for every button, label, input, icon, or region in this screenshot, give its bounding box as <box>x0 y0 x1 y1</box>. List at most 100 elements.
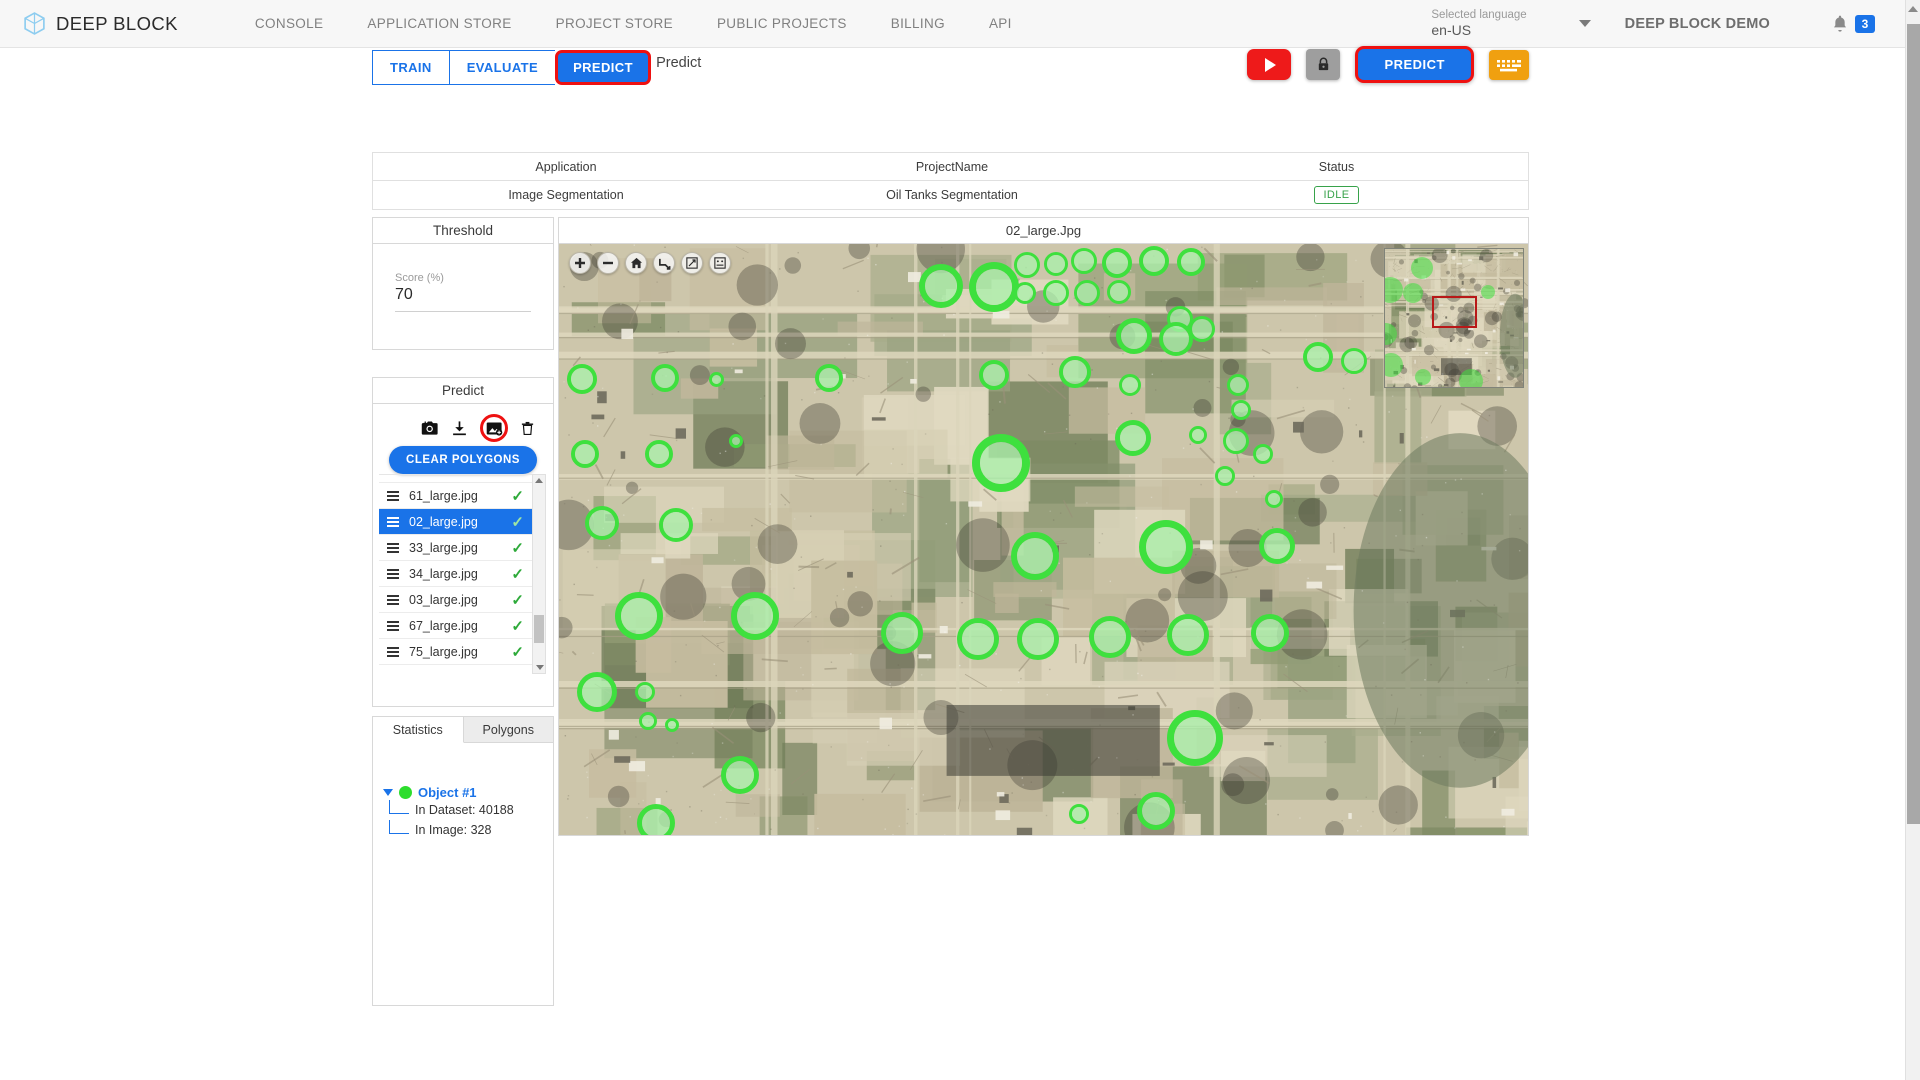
brand[interactable]: DEEP BLOCK <box>22 11 178 36</box>
tank-detection-mask[interactable] <box>1102 248 1132 278</box>
nav-link-billing[interactable]: BILLING <box>869 16 967 31</box>
chevron-down-icon[interactable] <box>1578 20 1591 27</box>
nav-link-api[interactable]: API <box>967 16 1034 31</box>
tank-detection-mask[interactable] <box>1119 374 1141 396</box>
minimap-navigator[interactable] <box>1384 248 1524 388</box>
capture-snapshot-icon[interactable] <box>420 420 439 437</box>
tab-train[interactable]: TRAIN <box>372 50 449 85</box>
bell-icon[interactable] <box>1830 13 1850 35</box>
tank-detection-mask[interactable] <box>1011 532 1059 580</box>
tank-detection-mask[interactable] <box>1074 280 1100 306</box>
download-icon[interactable] <box>451 420 468 437</box>
list-item[interactable]: 33_large.jpg ✓ <box>379 535 532 561</box>
tank-detection-mask[interactable] <box>1251 614 1289 652</box>
page-scrollbar[interactable] <box>1905 0 1920 1080</box>
tank-detection-mask[interactable] <box>1071 248 1097 274</box>
file-list-scrollbar[interactable] <box>532 474 546 674</box>
tank-detection-mask[interactable] <box>815 364 843 392</box>
expand-triangle-icon[interactable] <box>383 789 393 796</box>
tank-detection-mask[interactable] <box>1089 616 1131 658</box>
tank-detection-mask[interactable] <box>919 264 963 308</box>
list-item[interactable]: 03_large.jpg ✓ <box>379 587 532 613</box>
list-item[interactable] <box>379 475 532 483</box>
tank-detection-mask[interactable] <box>731 592 779 640</box>
tank-detection-mask[interactable] <box>1059 356 1091 388</box>
list-item[interactable]: 75_large.jpg ✓ <box>379 639 532 665</box>
minimap-viewport-rect[interactable] <box>1432 296 1477 328</box>
tank-detection-mask[interactable] <box>665 718 679 732</box>
tab-evaluate[interactable]: EVALUATE <box>448 50 556 85</box>
trash-icon[interactable] <box>520 420 535 437</box>
tank-detection-mask[interactable] <box>1044 252 1068 276</box>
tank-detection-mask[interactable] <box>1167 710 1223 766</box>
zoom-out-icon[interactable] <box>597 252 619 274</box>
tank-detection-mask[interactable] <box>1231 400 1251 420</box>
scroll-up-arrow-icon[interactable] <box>1908 6 1918 12</box>
notification-badge[interactable]: 3 <box>1855 14 1875 33</box>
tank-detection-mask[interactable] <box>1116 318 1152 354</box>
youtube-play-icon[interactable] <box>1247 49 1292 80</box>
tank-detection-mask[interactable] <box>1014 282 1036 304</box>
scroll-up-arrow-icon[interactable] <box>535 478 543 483</box>
scroll-down-arrow-icon[interactable] <box>536 665 544 670</box>
nav-link-project-store[interactable]: PROJECT STORE <box>534 16 695 31</box>
tank-detection-mask[interactable] <box>659 508 693 542</box>
tank-detection-mask[interactable] <box>972 434 1030 492</box>
tank-detection-mask[interactable] <box>1017 618 1059 660</box>
tank-detection-mask[interactable] <box>567 364 597 394</box>
add-image-icon[interactable] <box>480 414 508 442</box>
rotate-icon[interactable] <box>653 252 675 274</box>
tank-detection-mask[interactable] <box>709 372 724 387</box>
lock-icon[interactable] <box>1306 49 1341 80</box>
tank-detection-mask[interactable] <box>1265 490 1283 508</box>
image-canvas[interactable] <box>559 244 1528 835</box>
list-item[interactable]: 61_large.jpg ✓ <box>379 483 532 509</box>
tank-detection-mask[interactable] <box>645 440 673 468</box>
scrollbar-thumb[interactable] <box>1907 24 1920 824</box>
tank-detection-mask[interactable] <box>571 440 599 468</box>
score-input[interactable]: 70 <box>395 286 531 304</box>
tab-polygons[interactable]: Polygons <box>463 717 553 743</box>
tank-detection-mask[interactable] <box>637 804 675 835</box>
tab-predict[interactable]: PREDICT <box>555 50 651 85</box>
tank-detection-mask[interactable] <box>1303 342 1333 372</box>
user-menu[interactable]: DEEP BLOCK DEMO <box>1625 16 1770 32</box>
tank-detection-mask[interactable] <box>635 682 655 702</box>
tank-detection-mask[interactable] <box>577 672 617 712</box>
tank-detection-mask[interactable] <box>729 434 743 448</box>
tank-detection-mask[interactable] <box>1227 374 1249 396</box>
nav-link-application-store[interactable]: APPLICATION STORE <box>345 16 533 31</box>
clear-polygons-button[interactable]: CLEAR POLYGONS <box>389 446 537 474</box>
tank-detection-mask[interactable] <box>881 612 923 654</box>
tank-detection-mask[interactable] <box>1177 248 1205 276</box>
tank-detection-mask[interactable] <box>1069 804 1089 824</box>
tank-detection-mask[interactable] <box>1107 280 1131 304</box>
tank-detection-mask[interactable] <box>1043 280 1069 306</box>
fullscreen-icon[interactable] <box>681 252 703 274</box>
nav-link-public-projects[interactable]: PUBLIC PROJECTS <box>695 16 869 31</box>
tank-detection-mask[interactable] <box>639 712 657 730</box>
tank-detection-mask[interactable] <box>1014 252 1040 278</box>
scrollbar-thumb[interactable] <box>534 615 544 643</box>
zoom-in-icon[interactable] <box>569 252 591 274</box>
tank-detection-mask[interactable] <box>1223 428 1249 454</box>
tank-detection-mask[interactable] <box>1259 528 1295 564</box>
predict-button[interactable]: PREDICT <box>1355 46 1474 83</box>
score-field[interactable]: Score (%) 70 <box>373 244 553 312</box>
tree-root-object[interactable]: Object #1 <box>383 785 553 800</box>
tank-detection-mask[interactable] <box>1253 444 1273 464</box>
tank-detection-mask[interactable] <box>615 592 663 640</box>
tab-statistics[interactable]: Statistics <box>373 717 464 743</box>
tank-detection-mask[interactable] <box>1159 322 1193 356</box>
tank-detection-mask[interactable] <box>1189 316 1215 342</box>
tank-detection-mask[interactable] <box>979 360 1009 390</box>
keyboard-shortcuts-icon[interactable] <box>1489 49 1529 80</box>
tank-detection-mask[interactable] <box>1139 246 1169 276</box>
tank-detection-mask[interactable] <box>1137 792 1175 830</box>
home-icon[interactable] <box>625 252 647 274</box>
tank-detection-mask[interactable] <box>1215 466 1235 486</box>
list-item[interactable]: 67_large.jpg ✓ <box>379 613 532 639</box>
tank-detection-mask[interactable] <box>969 262 1019 312</box>
language-selector[interactable]: Selected language en-US <box>1431 9 1526 38</box>
tank-detection-mask[interactable] <box>651 364 679 392</box>
